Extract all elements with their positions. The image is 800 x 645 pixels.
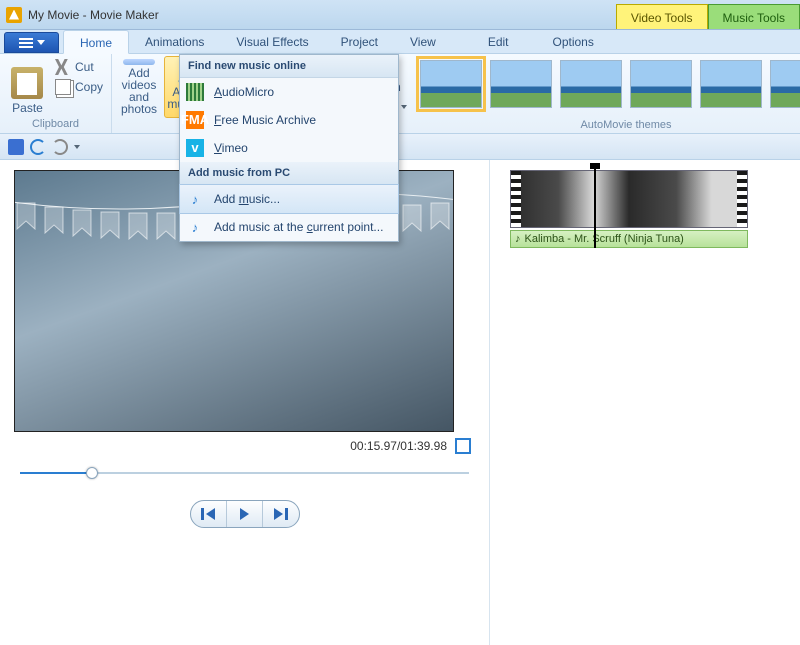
vimeo-icon: v: [186, 139, 204, 157]
paste-button[interactable]: Paste: [6, 56, 49, 118]
photos-icon: [123, 59, 155, 65]
music-note-icon: ♪: [186, 218, 204, 236]
add-music-dropdown: Find new music online AudioMicro FMA Fre…: [179, 54, 399, 242]
quick-access-toolbar: [0, 134, 800, 160]
chevron-down-icon: [37, 40, 45, 45]
tab-view[interactable]: View: [394, 30, 452, 53]
menu-item-add-music-current[interactable]: ♪ Add music at the current point...: [180, 213, 398, 241]
play-button[interactable]: [227, 501, 263, 527]
menu-item-vimeo[interactable]: v Vimeo: [180, 134, 398, 162]
music-clip[interactable]: ♪ Kalimba - Mr. Scruff (Ninja Tuna): [510, 230, 748, 248]
audiomicro-icon: [186, 83, 204, 101]
paste-label: Paste: [12, 101, 43, 115]
tab-home[interactable]: Home: [63, 30, 129, 54]
video-clip[interactable]: [510, 170, 748, 228]
theme-thumb[interactable]: [420, 60, 482, 108]
add-videos-label: Add videosand photos: [121, 67, 157, 115]
menu-item-add-music[interactable]: ♪ Add music...: [180, 185, 398, 213]
fma-icon: FMA: [186, 111, 204, 129]
tab-music-tools[interactable]: Music Tools: [708, 4, 800, 29]
next-frame-button[interactable]: [263, 501, 299, 527]
add-videos-photos-button[interactable]: Add videosand photos: [118, 56, 160, 118]
theme-thumb[interactable]: [560, 60, 622, 108]
qat-customize-button[interactable]: [74, 145, 80, 149]
tab-visual-effects[interactable]: Visual Effects: [220, 30, 324, 53]
music-note-icon: ♪: [186, 190, 204, 208]
title-bar: My Movie - Movie Maker Video Tools Music…: [0, 0, 800, 30]
group-label-clipboard: Clipboard: [6, 118, 105, 132]
tab-video-tools[interactable]: Video Tools: [616, 4, 708, 29]
cut-icon: [55, 59, 71, 75]
file-menu-button[interactable]: [4, 32, 59, 53]
menu-icon: [19, 38, 33, 48]
app-icon: [6, 7, 22, 23]
chevron-down-icon: [401, 105, 407, 109]
main-area: 00:15.97/01:39.98 ♪ Kalimba - Mr. Scruff…: [0, 160, 800, 645]
menu-header-online: Find new music online: [180, 55, 398, 78]
menu-header-pc: Add music from PC: [180, 162, 398, 185]
save-button[interactable]: [8, 139, 24, 155]
copy-icon: [55, 79, 71, 95]
automovie-themes-gallery[interactable]: [412, 54, 800, 119]
theme-thumb[interactable]: [700, 60, 762, 108]
timeline-pane[interactable]: ♪ Kalimba - Mr. Scruff (Ninja Tuna): [490, 160, 800, 645]
prev-frame-button[interactable]: [191, 501, 227, 527]
fullscreen-button[interactable]: [455, 438, 471, 454]
seek-thumb[interactable]: [86, 467, 98, 479]
redo-button[interactable]: [52, 139, 68, 155]
undo-button[interactable]: [30, 139, 46, 155]
playhead[interactable]: [594, 168, 596, 248]
window-title: My Movie - Movie Maker: [28, 8, 159, 22]
tab-options[interactable]: Options: [537, 30, 610, 53]
tab-edit[interactable]: Edit: [472, 30, 525, 53]
music-clip-label: Kalimba - Mr. Scruff (Ninja Tuna): [525, 233, 684, 245]
tab-project[interactable]: Project: [325, 30, 394, 53]
copy-button[interactable]: Copy: [53, 78, 105, 96]
seek-slider[interactable]: [20, 464, 469, 482]
playback-time: 00:15.97/01:39.98: [350, 439, 447, 453]
theme-thumb[interactable]: [490, 60, 552, 108]
paste-icon: [11, 67, 43, 99]
ribbon-tabstrip: Home Animations Visual Effects Project V…: [0, 30, 800, 54]
ribbon: Paste Cut Copy Clipboard Add videosand p…: [0, 54, 800, 134]
tab-animations[interactable]: Animations: [129, 30, 220, 53]
theme-thumb[interactable]: [770, 60, 800, 108]
theme-thumb[interactable]: [630, 60, 692, 108]
menu-item-fma[interactable]: FMA Free Music Archive: [180, 106, 398, 134]
music-note-icon: ♪: [515, 233, 521, 245]
playback-controls: [190, 500, 300, 528]
cut-button[interactable]: Cut: [53, 58, 105, 76]
group-label-themes: AutoMovie themes: [412, 119, 800, 133]
menu-item-audiomicro[interactable]: AudioMicro: [180, 78, 398, 106]
